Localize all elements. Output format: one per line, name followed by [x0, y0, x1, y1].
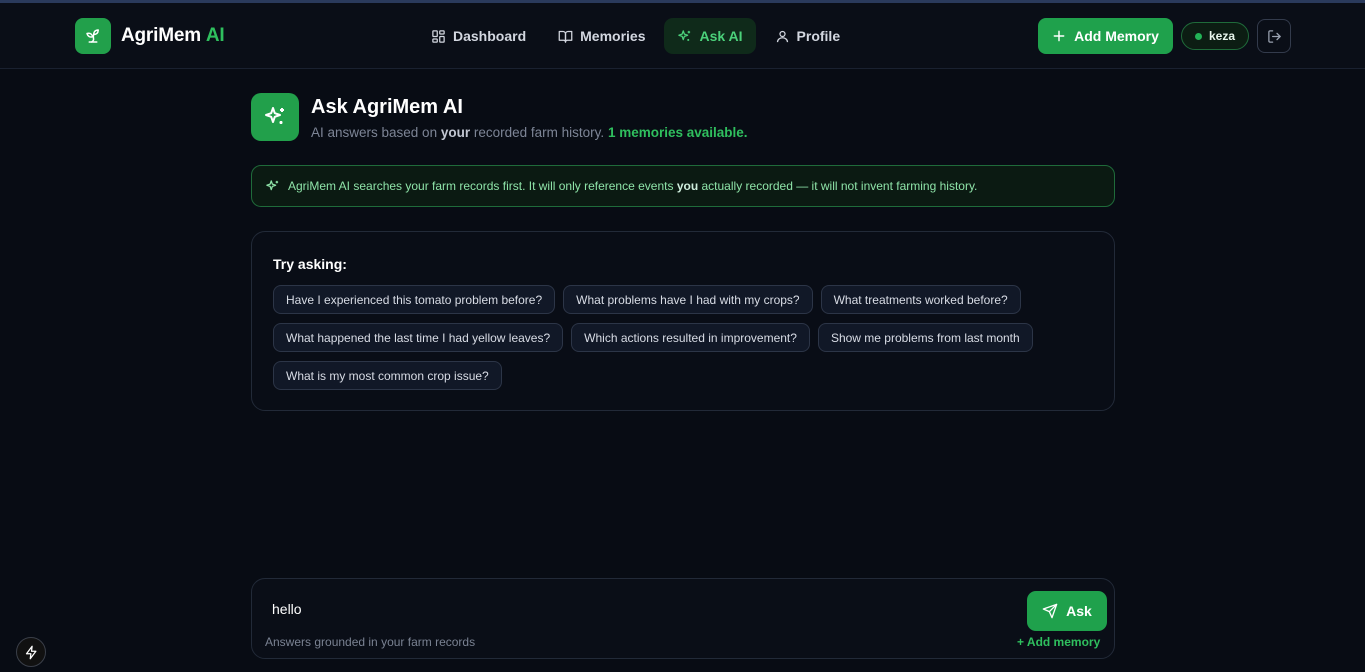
- logout-button[interactable]: [1257, 19, 1291, 53]
- user-icon: [776, 30, 788, 42]
- suggestion-chip[interactable]: What treatments worked before?: [820, 285, 1021, 314]
- sparkles-icon: [251, 93, 299, 141]
- ask-input[interactable]: [272, 597, 1012, 621]
- suggestion-chip[interactable]: What is my most common crop issue?: [273, 361, 502, 390]
- suggestion-chips: Have I experienced this tomato problem b…: [273, 285, 1093, 390]
- add-memory-link[interactable]: + Add memory: [1017, 635, 1100, 649]
- nav-ask-ai[interactable]: Ask AI: [664, 18, 756, 54]
- username: keza: [1208, 29, 1236, 43]
- logout-icon: [1267, 29, 1281, 43]
- suggestion-chip[interactable]: Have I experienced this tomato problem b…: [273, 285, 556, 314]
- nav-dashboard[interactable]: Dashboard: [418, 18, 539, 54]
- suggestion-chip[interactable]: Which actions resulted in improvement?: [571, 323, 810, 352]
- page-header: Ask AgriMem AI AI answers based on your …: [251, 93, 748, 141]
- suggestions-title: Try asking:: [273, 256, 347, 272]
- brand-logo[interactable]: AgriMem AI: [75, 18, 225, 54]
- dashboard-grid-icon: [432, 29, 445, 43]
- add-memory-label: Add Memory: [1074, 28, 1159, 44]
- plus-icon: [1053, 30, 1065, 42]
- nav-profile[interactable]: Profile: [762, 18, 854, 54]
- nav-memories-label: Memories: [580, 28, 646, 44]
- sprout-icon: [75, 18, 111, 54]
- online-status-dot: [1194, 32, 1202, 40]
- user-badge[interactable]: keza: [1181, 22, 1249, 50]
- nav-ask-ai-label: Ask AI: [699, 28, 743, 44]
- sparkles-icon: [678, 29, 691, 41]
- sparkles-icon: [266, 179, 279, 190]
- nav-profile-label: Profile: [796, 28, 841, 44]
- add-memory-button[interactable]: Add Memory: [1038, 18, 1173, 54]
- suggestion-chip[interactable]: What problems have I had with my crops?: [563, 285, 813, 314]
- notice-text: AgriMem AI searches your farm records fi…: [288, 179, 978, 193]
- dev-tools-button[interactable]: [16, 637, 46, 667]
- suggestions-panel: Try asking: Have I experienced this toma…: [251, 231, 1115, 411]
- send-icon: [1042, 603, 1058, 619]
- memories-count: 1 memories available.: [607, 125, 748, 140]
- info-notice: AgriMem AI searches your farm records fi…: [251, 165, 1115, 207]
- nav-memories[interactable]: Memories: [545, 18, 658, 54]
- nav-dashboard-label: Dashboard: [453, 28, 527, 44]
- page-title: Ask AgriMem AI: [311, 96, 463, 118]
- suggestion-chip[interactable]: What happened the last time I had yellow…: [273, 323, 564, 352]
- ask-composer: Ask Answers grounded in your farm record…: [251, 578, 1115, 659]
- ask-button-label: Ask: [1066, 603, 1092, 619]
- main-nav: Dashboard Memories Ask AI Profile: [418, 18, 853, 54]
- top-navbar: AgriMem AI Dashboard Memories Ask AI Prof…: [0, 3, 1365, 69]
- page-subtitle: AI answers based on your recorded farm h…: [311, 125, 748, 140]
- brand-name: AgriMem AI: [121, 25, 225, 46]
- ask-button[interactable]: Ask: [1027, 591, 1107, 631]
- lightning-icon: [25, 645, 36, 659]
- suggestion-chip[interactable]: Show me problems from last month: [817, 323, 1033, 352]
- book-icon: [558, 30, 573, 43]
- ask-hint: Answers grounded in your farm records: [265, 635, 476, 649]
